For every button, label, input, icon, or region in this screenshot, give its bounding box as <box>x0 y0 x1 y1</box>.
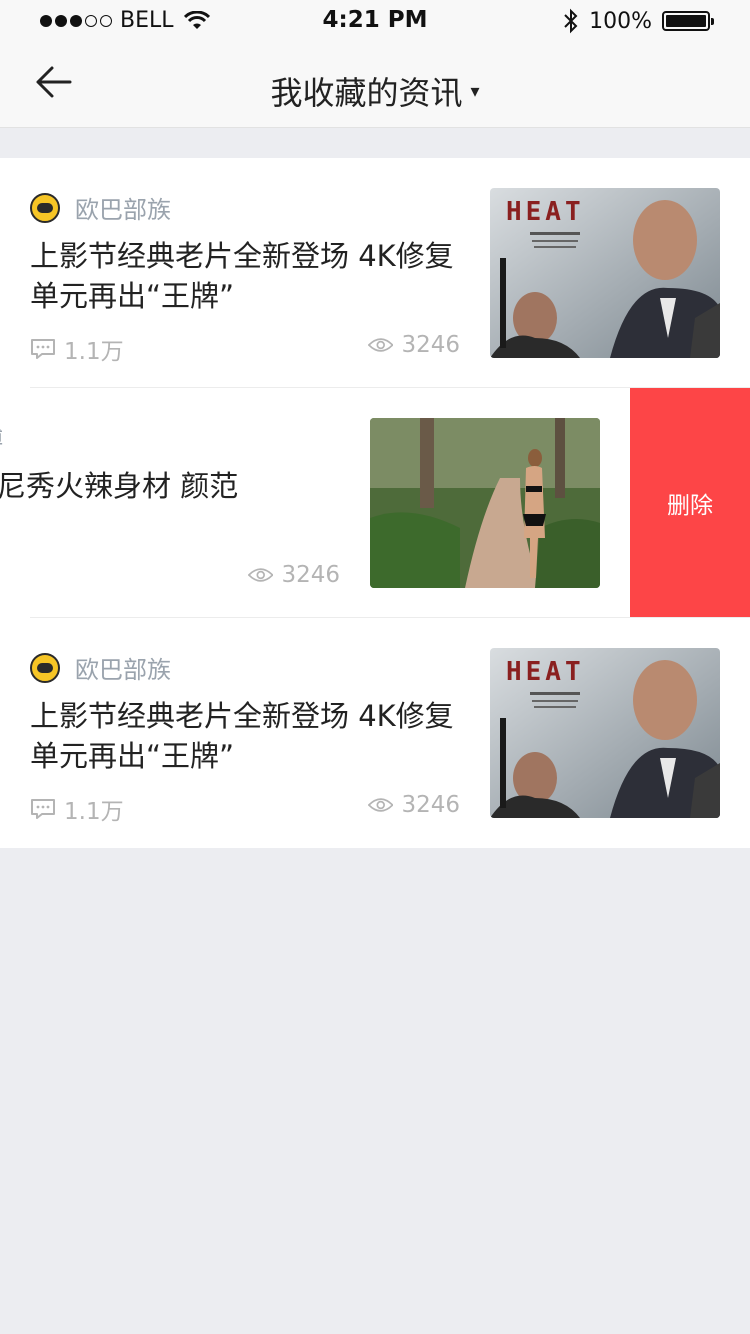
battery-icon <box>662 11 714 31</box>
source-avatar <box>30 652 60 683</box>
eye-icon <box>368 338 394 352</box>
list-item-content: 欧巴部族 上影节经典老片全新登场 4K修复单元再出“王牌” 1.1万 3246 <box>0 158 750 388</box>
page-title[interactable]: 我收藏的资讯 ▾ <box>0 68 750 114</box>
list-item-content: 微博 穿比基尼秀火辣身材 颜范 3246 <box>0 388 630 618</box>
list-item-content: 欧巴部族 上影节经典老片全新登场 4K修复单元再出“王牌” 1.1万 3246 <box>0 618 750 848</box>
comment-count-text: 1.1万 <box>64 339 124 365</box>
view-count-text: 3246 <box>401 792 460 818</box>
svg-text:HEAT: HEAT <box>506 657 585 687</box>
heat-poster-thumbnail: HEAT <box>490 648 720 818</box>
comment-icon <box>31 339 55 359</box>
comment-count: 1.1万 <box>30 792 124 826</box>
status-right: 100% <box>563 8 714 34</box>
source-name: 欧巴部族 <box>75 196 171 224</box>
view-count: 3246 <box>368 332 460 358</box>
delete-button[interactable]: 删除 <box>630 388 750 618</box>
caret-down-icon: ▾ <box>470 80 480 102</box>
source-row: 欧巴部族 <box>30 190 171 225</box>
comment-count-text: 1.1万 <box>64 799 124 825</box>
heat-poster-thumbnail: HEAT <box>490 188 720 358</box>
bluetooth-icon <box>564 8 578 34</box>
source-avatar <box>30 192 60 223</box>
favorites-list: 欧巴部族 上影节经典老片全新登场 4K修复单元再出“王牌” 1.1万 3246 <box>0 158 750 848</box>
nav-bar: 我收藏的资讯 ▾ <box>0 44 750 128</box>
status-bar: BELL 4:21 PM 100% <box>0 0 750 44</box>
battery-percent: 100% <box>589 8 652 34</box>
source-row: 微博 <box>0 420 3 455</box>
headline: 穿比基尼秀火辣身材 颜范 <box>0 469 239 503</box>
view-count-text: 3246 <box>281 562 340 588</box>
source-name: 欧巴部族 <box>75 656 171 684</box>
source-name: 微博 <box>0 420 3 455</box>
eye-icon <box>368 798 394 812</box>
forest-path-thumbnail <box>370 418 600 588</box>
battery-level <box>666 15 706 27</box>
comment-icon <box>31 799 55 819</box>
view-count: 3246 <box>248 562 340 588</box>
list-item[interactable]: 欧巴部族 上影节经典老片全新登场 4K修复单元再出“王牌” 1.1万 3246 <box>0 158 750 388</box>
view-count: 3246 <box>368 792 460 818</box>
list-item-swiped[interactable]: 微博 穿比基尼秀火辣身材 颜范 3246 <box>0 388 750 618</box>
headline: 上影节经典老片全新登场 4K修复单元再出“王牌” <box>30 699 454 773</box>
eye-icon <box>248 568 274 582</box>
view-count-text: 3246 <box>401 332 460 358</box>
svg-text:HEAT: HEAT <box>506 197 585 227</box>
list-item[interactable]: 欧巴部族 上影节经典老片全新登场 4K修复单元再出“王牌” 1.1万 3246 <box>0 618 750 848</box>
source-row: 欧巴部族 <box>30 650 171 685</box>
headline: 上影节经典老片全新登场 4K修复单元再出“王牌” <box>30 239 454 313</box>
comment-count: 1.1万 <box>30 332 124 366</box>
page-title-text: 我收藏的资讯 <box>270 74 463 112</box>
